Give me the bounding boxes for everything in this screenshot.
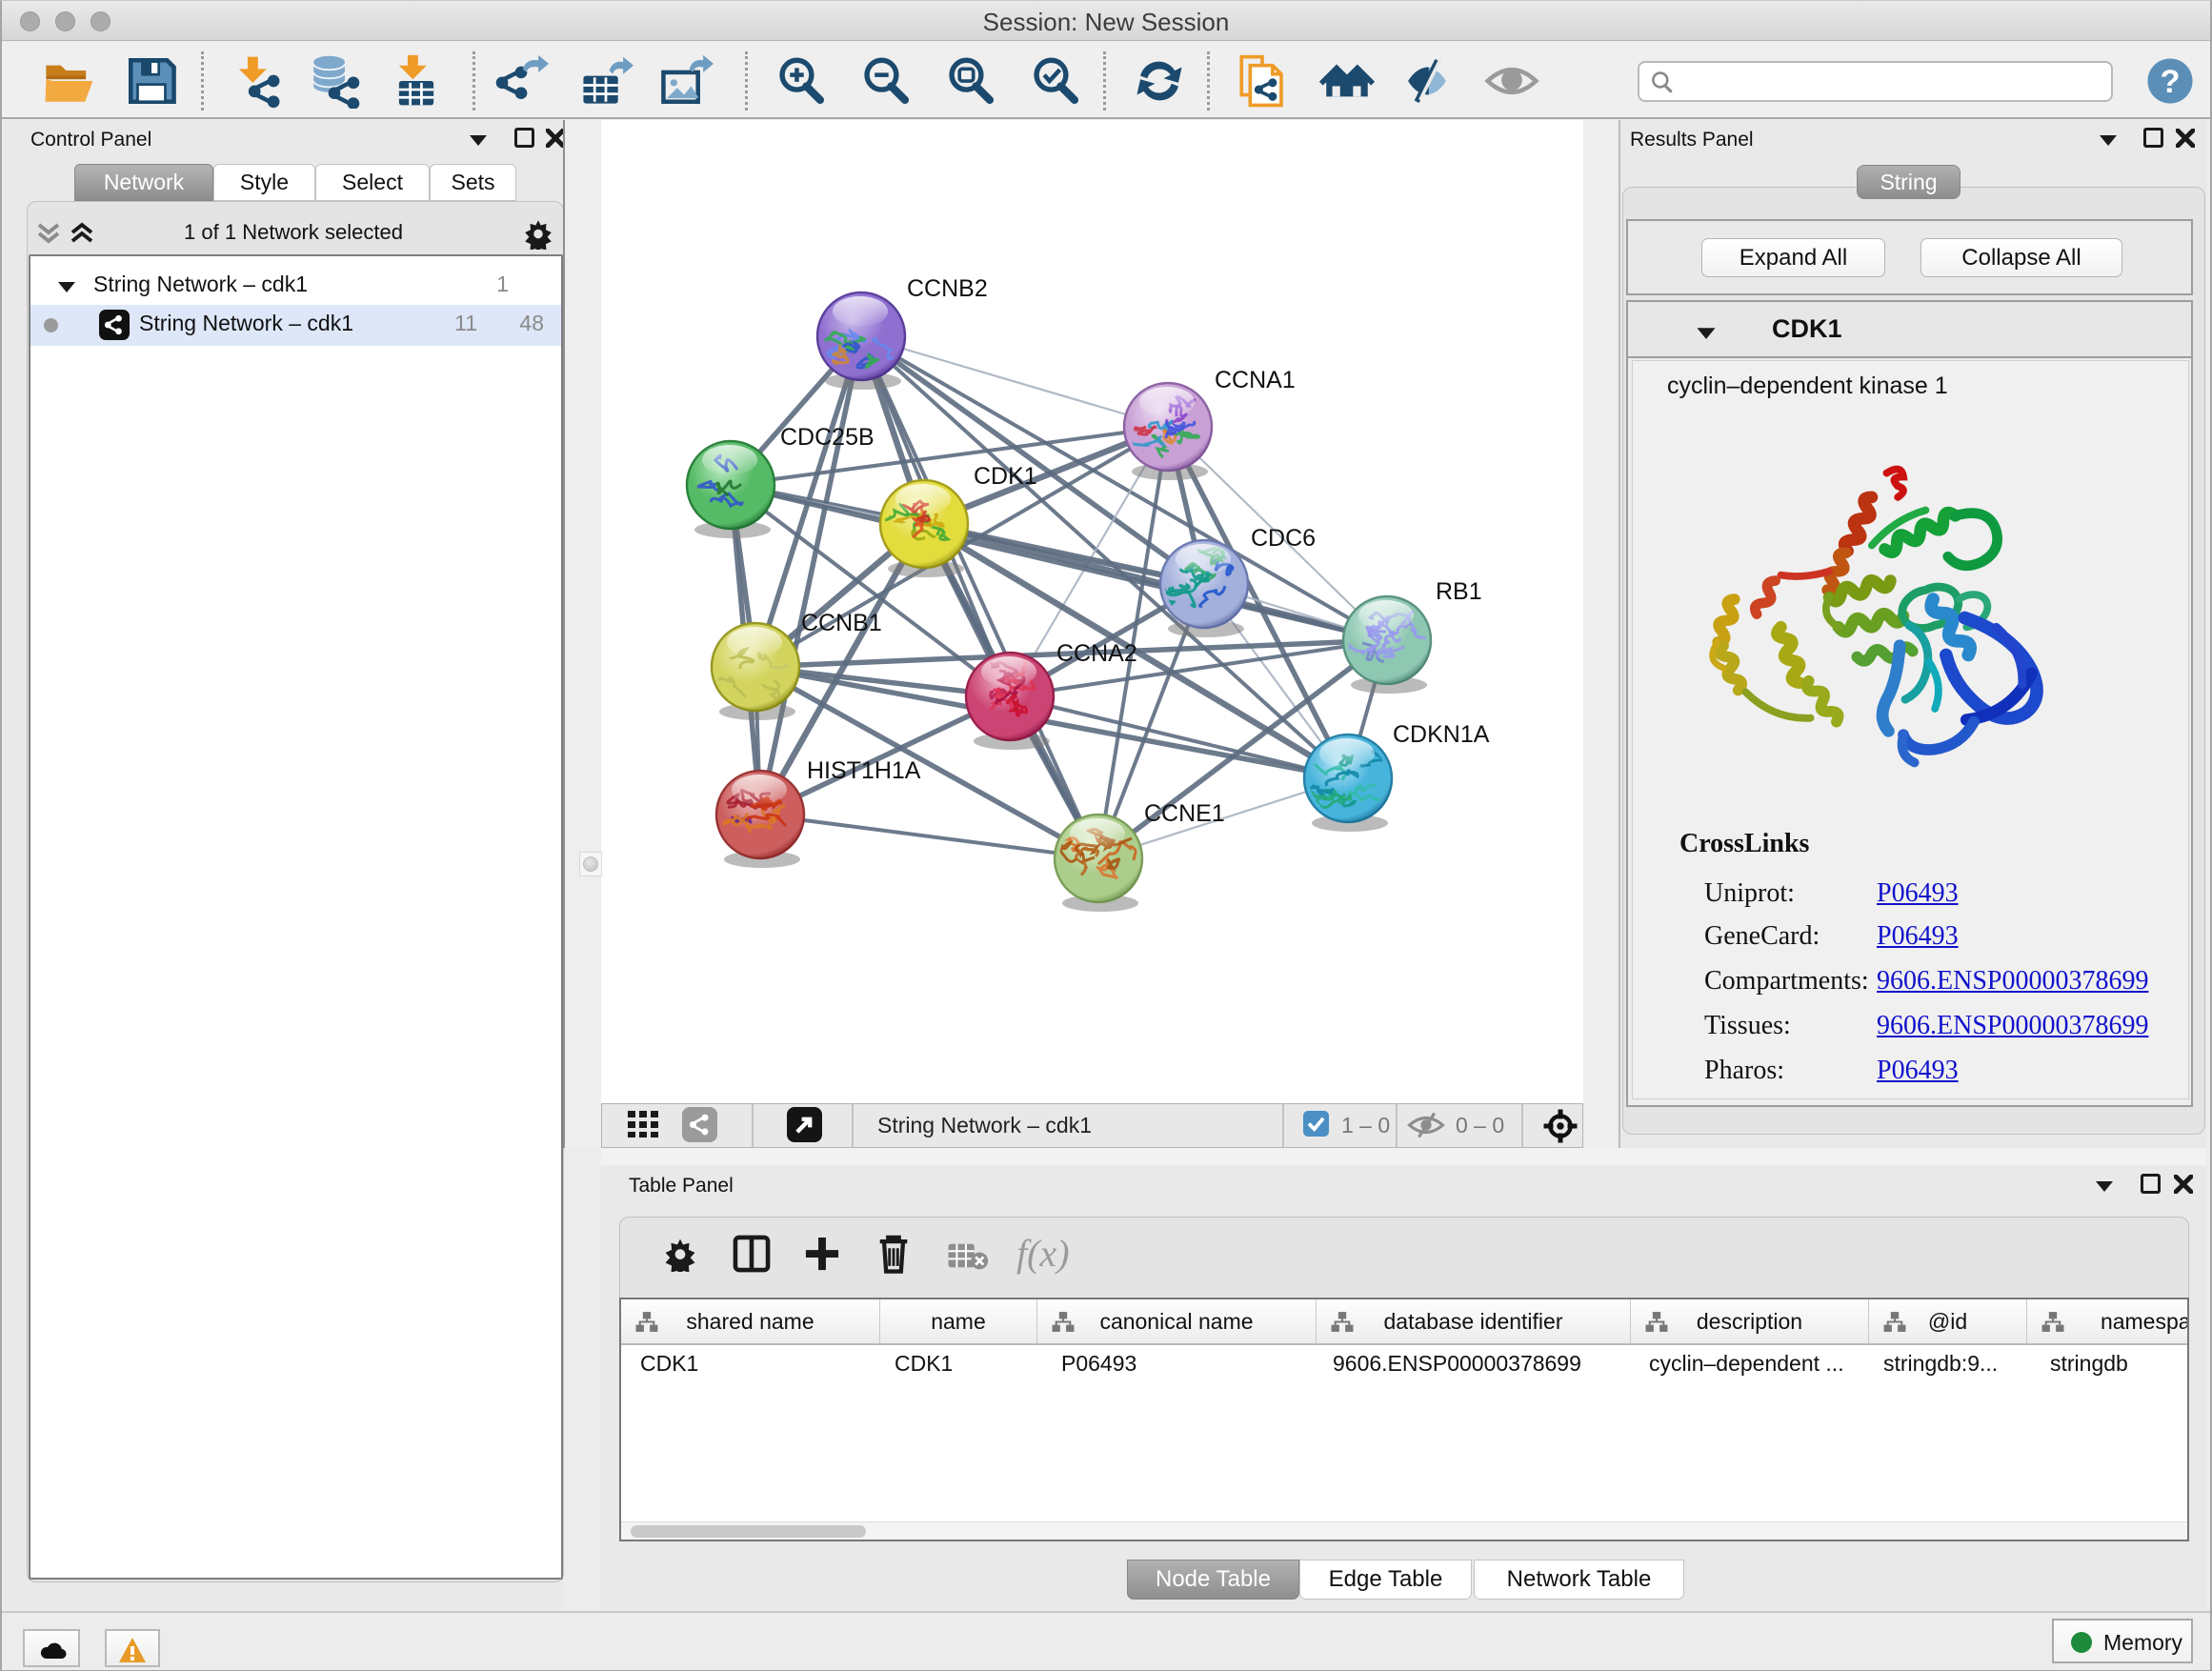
- svg-text:HIST1H1A: HIST1H1A: [807, 757, 921, 784]
- svg-text:CCNB1: CCNB1: [801, 610, 882, 636]
- svg-text:CCNA1: CCNA1: [1215, 367, 1296, 393]
- svg-text:?: ?: [2160, 64, 2180, 100]
- svg-text:RB1: RB1: [1436, 578, 1482, 605]
- svg-text:CDC6: CDC6: [1251, 525, 1316, 552]
- svg-text:CDK1: CDK1: [974, 463, 1037, 490]
- svg-text:CCNA2: CCNA2: [1056, 640, 1137, 667]
- svg-text:CCNE1: CCNE1: [1144, 800, 1225, 827]
- svg-text:CCNB2: CCNB2: [907, 275, 988, 302]
- svg-text:CDC25B: CDC25B: [780, 424, 875, 451]
- svg-text:CDKN1A: CDKN1A: [1393, 721, 1490, 748]
